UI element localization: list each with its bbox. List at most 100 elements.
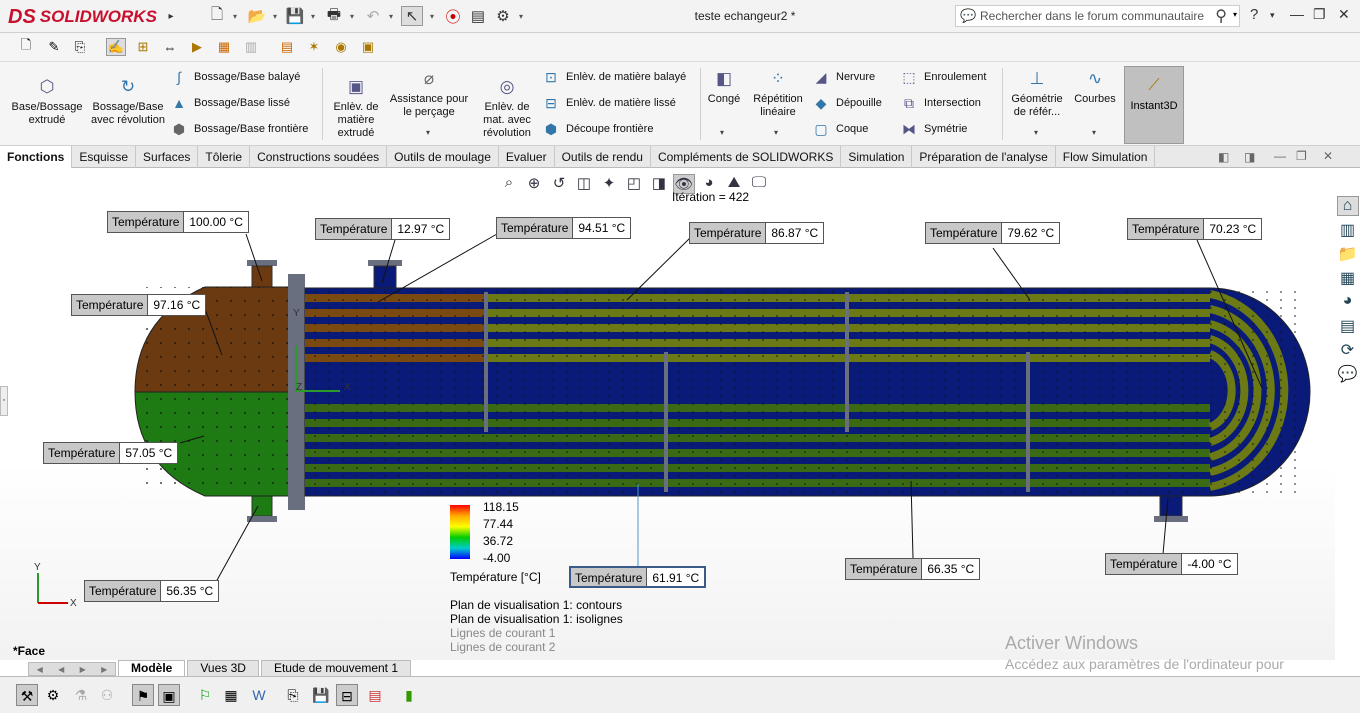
chart-icon[interactable]: ▮ [398, 684, 420, 706]
table-icon[interactable]: ▦ [214, 38, 234, 56]
instant3d-button[interactable]: ⟋ Instant3D [1124, 66, 1184, 144]
view-palette-icon[interactable]: ▦ [1337, 268, 1359, 288]
general-settings-icon[interactable]: ⚙ [42, 684, 64, 706]
save-icon[interactable]: 💾 [284, 6, 306, 26]
help-icon[interactable]: ? [1250, 6, 1258, 23]
appearances-icon[interactable]: ◕ [1337, 292, 1359, 312]
new-dropdown-icon[interactable]: ▾ [230, 6, 240, 26]
revolved-boss-button[interactable]: ↻ Bossage/Base avec révolution [88, 76, 168, 127]
rebuild-traffic-light-icon[interactable]: ⦿ [442, 6, 464, 26]
tab-outils-rendu[interactable]: Outils de rendu [555, 146, 651, 168]
intersect-button[interactable]: ⧉ Intersection [900, 94, 981, 112]
community-search-input[interactable]: 💬 Rechercher dans le forum communautaire… [955, 5, 1240, 27]
shell-button[interactable]: ▢ Coque [812, 120, 868, 138]
viewport-close-icon[interactable]: ✕ [1323, 149, 1333, 163]
extruded-cut-button[interactable]: ▣ Enlèv. de matière extrudé [326, 76, 386, 140]
copy-icon[interactable]: ⎘ [70, 38, 90, 56]
reference-geometry-dropdown-icon[interactable]: ▾ [1034, 128, 1038, 137]
plot-icon[interactable]: ▤ [364, 684, 386, 706]
tab-scroll-arrows[interactable]: ◀ ◀ ▶ ▶ [28, 662, 116, 676]
grid-icon[interactable]: ⊞ [133, 38, 153, 56]
save-dropdown-icon[interactable]: ▾ [308, 6, 318, 26]
tab-outils-moulage[interactable]: Outils de moulage [387, 146, 499, 168]
tab-preparation-analyse[interactable]: Préparation de l'analyse [912, 146, 1056, 168]
component-control-icon[interactable]: ⚗ [70, 684, 92, 706]
display-icon[interactable]: ▣ [358, 38, 378, 56]
feature-sketch-icon[interactable]: ✍ [106, 38, 126, 56]
reference-geometry-button[interactable]: ⊥ Géométrie de référ... [1006, 68, 1068, 119]
print-dropdown-icon[interactable]: ▾ [347, 6, 357, 26]
menu-expand-icon[interactable]: ▸ [160, 6, 182, 26]
flow-wizard-icon[interactable]: ⚒ [16, 684, 38, 706]
magic-wand-icon[interactable]: ✎ [44, 38, 64, 56]
design-library-icon[interactable]: ▥ [1337, 220, 1359, 240]
probe-label[interactable]: Température 100.00 °C [107, 211, 249, 233]
search-icon[interactable]: ⚲ [1215, 6, 1227, 26]
probe-label[interactable]: Température 56.35 °C [84, 580, 220, 602]
result-plot-streamlines-2[interactable]: Lignes de courant 2 [450, 640, 555, 654]
new-part-icon[interactable]: 🗋 [16, 37, 36, 56]
print-icon[interactable]: 🖶 [323, 6, 345, 26]
select-cursor-icon[interactable]: ↖ [401, 6, 423, 26]
options-dropdown-icon[interactable]: ▾ [516, 6, 526, 26]
probe-label-selected[interactable]: Température 61.91 °C [569, 566, 707, 588]
save-results-icon[interactable]: 💾 [310, 684, 332, 706]
goals-flag-icon[interactable]: ⚐ [194, 684, 216, 706]
result-plot-contours[interactable]: Plan de visualisation 1: contours [450, 598, 622, 612]
tab-simulation[interactable]: Simulation [841, 146, 913, 168]
restore-icon[interactable]: ❐ [1313, 6, 1326, 23]
file-properties-icon[interactable]: ▤ [467, 6, 489, 26]
solidworks-logo[interactable]: DS SOLIDWORKS [8, 5, 157, 29]
pattern-dropdown-icon[interactable]: ▾ [774, 128, 778, 137]
home-icon[interactable]: ⌂ [1336, 196, 1359, 216]
draft-button[interactable]: ◆ Dépouille [812, 94, 882, 112]
rib-button[interactable]: ◢ Nervure [812, 68, 876, 86]
hole-wizard-button[interactable]: ⌀ Assistance pour le perçage [386, 68, 472, 119]
curves-dropdown-icon[interactable]: ▾ [1092, 128, 1096, 137]
probe-label[interactable]: Température 70.23 °C [1127, 218, 1263, 240]
load-results-icon[interactable]: ⊟ [336, 684, 358, 706]
monitor-icon[interactable]: ▣ [158, 684, 180, 706]
resources-icon[interactable]: ⟳ [1337, 340, 1359, 360]
result-plot-isolines[interactable]: Plan de visualisation 1: isolignes [450, 612, 623, 626]
boundary-cut-button[interactable]: ⬢ Découpe frontière [542, 120, 654, 138]
tab-etude-mouvement[interactable]: Etude de mouvement 1 [260, 660, 412, 676]
mesh-icon[interactable]: ⚇ [96, 684, 118, 706]
minimize-icon[interactable]: — [1290, 6, 1304, 22]
tab-modele[interactable]: Modèle [118, 660, 186, 676]
open-folder-icon[interactable]: 📂 [246, 6, 268, 26]
wrap-button[interactable]: ⬚ Enroulement [900, 68, 986, 86]
swept-boss-button[interactable]: ∫ Bossage/Base balayé [170, 68, 300, 86]
file-explorer-icon[interactable]: 📁 [1337, 244, 1359, 264]
tab-complements[interactable]: Compléments de SOLIDWORKS [651, 146, 842, 168]
run-icon[interactable]: ⚑ [132, 684, 154, 706]
tab-tolerie[interactable]: Tôlerie [198, 146, 251, 168]
smart-dimension-icon[interactable]: ⇔ [160, 38, 180, 56]
word-report-icon[interactable]: W [248, 684, 270, 706]
nozzle-inlet-hot[interactable] [247, 260, 277, 291]
probe-label[interactable]: Température 79.62 °C [925, 222, 1061, 244]
boundary-boss-button[interactable]: ⬢ Bossage/Base frontière [170, 120, 308, 138]
options-gear-icon[interactable]: ⚙ [492, 6, 514, 26]
probe-label[interactable]: Température 57.05 °C [43, 442, 179, 464]
tab-evaluer[interactable]: Evaluer [499, 146, 555, 168]
custom-properties-icon[interactable]: ▤ [1337, 316, 1359, 336]
collapse-right-icon[interactable]: ◨ [1244, 150, 1255, 164]
revolved-cut-button[interactable]: ◎ Enlèv. de mat. avec révolution [476, 76, 538, 140]
play-icon[interactable]: ▶ [187, 38, 207, 56]
undo-dropdown-icon[interactable]: ▾ [386, 6, 396, 26]
open-dropdown-icon[interactable]: ▾ [270, 6, 280, 26]
tab-esquisse[interactable]: Esquisse [72, 146, 137, 168]
forum-chat-icon[interactable]: 💬 [1337, 364, 1359, 384]
close-icon[interactable]: ✕ [1338, 6, 1350, 23]
sheet-icon[interactable]: ▤ [277, 38, 297, 56]
probe-label[interactable]: Température 97.16 °C [71, 294, 207, 316]
tab-vues-3d[interactable]: Vues 3D [187, 660, 259, 676]
help-dropdown-icon[interactable]: ▾ [1270, 10, 1275, 21]
lofted-boss-button[interactable]: ▲ Bossage/Base lissé [170, 94, 290, 112]
viewport-restore-icon[interactable]: ❐ [1296, 149, 1307, 163]
lofted-cut-button[interactable]: ⊟ Enlèv. de matière lissé [542, 94, 676, 112]
probe-label[interactable]: Température 94.51 °C [496, 217, 632, 239]
swept-cut-button[interactable]: ⊡ Enlèv. de matière balayé [542, 68, 686, 86]
new-document-icon[interactable]: 🗋 [206, 6, 228, 26]
